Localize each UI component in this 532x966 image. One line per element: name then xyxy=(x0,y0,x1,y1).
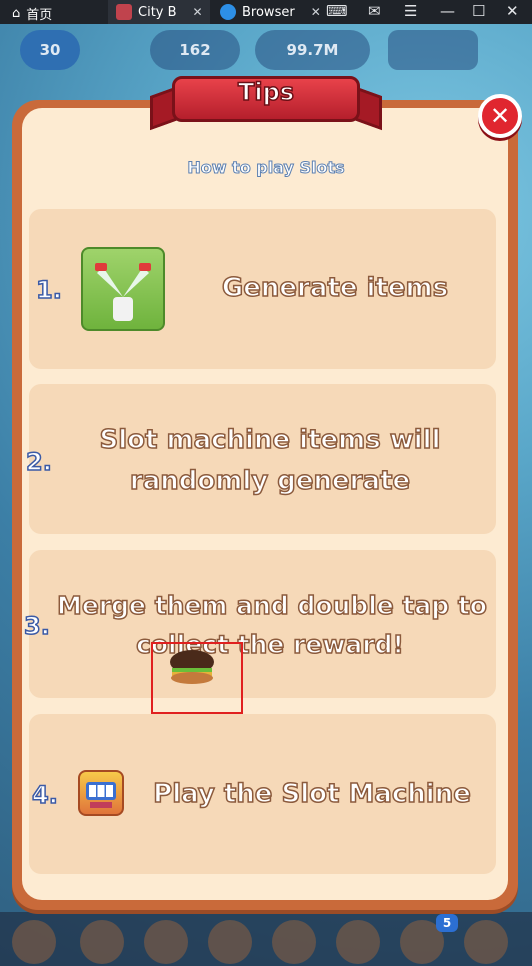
step-number: 4. xyxy=(31,780,58,810)
browser-title-bar: ⌂ 首页 City B ✕ Browser ✕ ⌨ ✉ ☰ — ☐ ✕ xyxy=(0,0,532,24)
generator-item-icon xyxy=(81,247,165,331)
home-label: 首页 xyxy=(26,8,53,23)
paw-button[interactable] xyxy=(208,920,252,964)
notification-badge: 5 xyxy=(436,914,458,932)
step-text: Generate items xyxy=(221,272,449,304)
bottom-toolbar: 5 xyxy=(0,912,532,966)
tab-browser[interactable]: Browser ✕ xyxy=(220,0,321,24)
tab-city-b[interactable]: City B ✕ xyxy=(108,0,210,24)
minimize-icon[interactable]: — xyxy=(440,2,455,20)
globe-icon xyxy=(220,4,236,20)
paw-button[interactable] xyxy=(144,920,188,964)
selection-highlight xyxy=(151,642,243,714)
step-text-line1: Merge them and double tap to xyxy=(56,590,487,621)
game-tab-icon xyxy=(116,4,132,20)
tab-label: Browser xyxy=(242,4,295,20)
tab-label: City B xyxy=(138,4,177,20)
dialog-subtitle: How to play Slots xyxy=(187,158,345,178)
home-icon: ⌂ xyxy=(12,6,21,21)
coins-counter: 99.7M xyxy=(255,30,370,70)
step-text-line1: Slot machine items will xyxy=(99,424,442,456)
step-number: 2. xyxy=(25,447,52,477)
title-ribbon: Tips xyxy=(150,72,382,131)
close-icon: ✕ xyxy=(489,102,511,130)
close-tab-icon[interactable]: ✕ xyxy=(193,5,203,19)
step-number: 1. xyxy=(35,275,62,305)
home-tab[interactable]: ⌂ 首页 xyxy=(12,4,52,23)
coins-value: 99.7M xyxy=(286,41,339,59)
close-button[interactable]: ✕ xyxy=(478,94,522,138)
slot-machine-icon xyxy=(78,770,124,816)
toolbar-slot[interactable] xyxy=(272,920,316,964)
paw-button[interactable] xyxy=(464,920,508,964)
step-text-line2: randomly generate xyxy=(129,465,411,497)
gems-counter: 162 xyxy=(150,30,240,70)
level-badge: 30 xyxy=(20,30,80,70)
toolbar-slot[interactable] xyxy=(336,920,380,964)
gems-value: 162 xyxy=(179,41,211,59)
gamepad-icon[interactable]: ⌨ xyxy=(326,2,348,20)
menu-button[interactable] xyxy=(12,920,56,964)
mail-icon[interactable]: ✉ xyxy=(368,2,381,20)
step-text: Play the Slot Machine xyxy=(152,778,471,810)
maximize-icon[interactable]: ☐ xyxy=(472,2,485,20)
dialog-title: Tips xyxy=(237,77,295,107)
hud-panel[interactable] xyxy=(388,30,478,70)
menu-icon[interactable]: ☰ xyxy=(404,2,417,20)
step-text-line2: collect the reward! xyxy=(135,629,404,660)
toolbar-slot[interactable] xyxy=(80,920,124,964)
close-tab-icon[interactable]: ✕ xyxy=(311,5,321,19)
close-window-icon[interactable]: ✕ xyxy=(506,2,519,20)
level-value: 30 xyxy=(39,41,61,59)
